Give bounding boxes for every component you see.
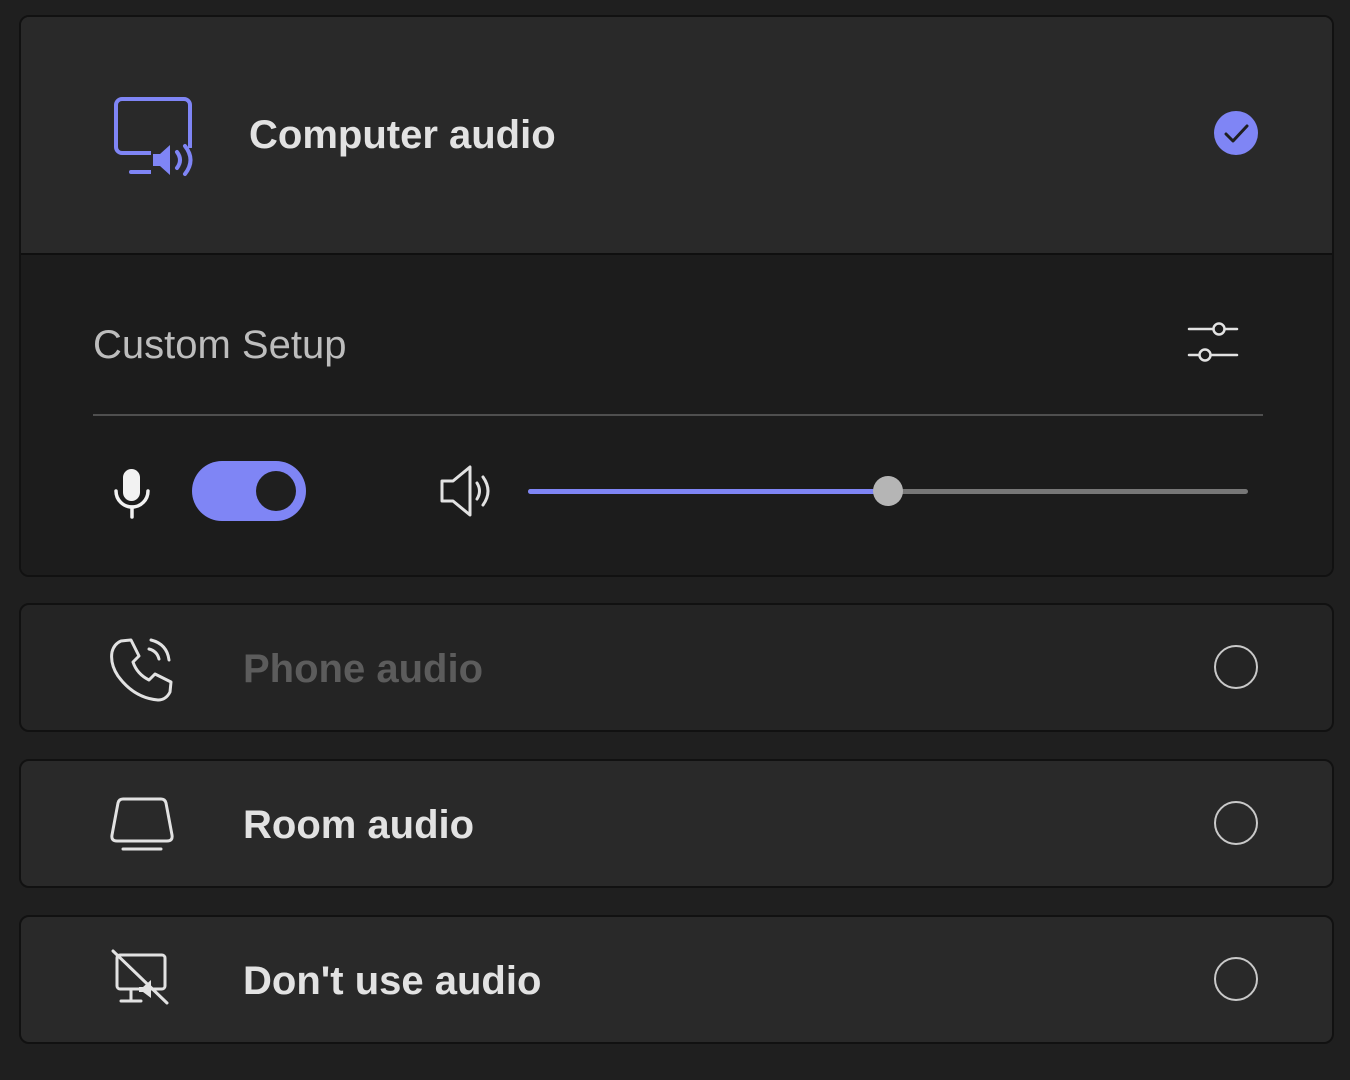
toggle-knob	[256, 471, 296, 511]
custom-setup-title: Custom Setup	[93, 323, 347, 367]
slider-fill	[528, 489, 888, 494]
custom-setup-divider	[93, 414, 1263, 416]
no-audio-card: Don't use audio	[19, 915, 1334, 1044]
computer-audio-label: Computer audio	[249, 113, 556, 157]
room-audio-card: Room audio	[19, 759, 1334, 888]
room-audio-option[interactable]: Room audio	[21, 761, 1332, 886]
no-audio-radio[interactable]	[1214, 957, 1258, 1001]
phone-audio-card: Phone audio	[19, 603, 1334, 732]
slider-thumb[interactable]	[873, 476, 903, 506]
phone-audio-option[interactable]: Phone audio	[21, 605, 1332, 730]
speaker-icon	[440, 465, 490, 517]
room-audio-radio[interactable]	[1214, 801, 1258, 845]
custom-setup-panel: Custom Setup	[21, 253, 1332, 575]
no-audio-icon	[111, 949, 169, 1005]
computer-audio-icon	[114, 97, 197, 178]
room-audio-icon	[110, 797, 174, 851]
no-audio-label: Don't use audio	[243, 959, 542, 1003]
microphone-toggle[interactable]	[192, 461, 306, 521]
microphone-icon	[114, 469, 150, 519]
checkmark-icon	[1224, 124, 1249, 143]
no-audio-option[interactable]: Don't use audio	[21, 917, 1332, 1042]
phone-audio-label: Phone audio	[243, 647, 483, 691]
phone-audio-icon	[110, 638, 173, 702]
computer-audio-radio[interactable]	[1214, 111, 1258, 155]
sliders-settings-icon	[1187, 322, 1239, 362]
speaker-volume-slider[interactable]	[528, 471, 1248, 511]
computer-audio-option[interactable]: Computer audio	[21, 17, 1332, 253]
audio-settings-button[interactable]	[1185, 319, 1241, 369]
computer-audio-card: Computer audio Custom Setup	[19, 15, 1334, 577]
room-audio-label: Room audio	[243, 803, 475, 847]
phone-audio-radio[interactable]	[1214, 645, 1258, 689]
